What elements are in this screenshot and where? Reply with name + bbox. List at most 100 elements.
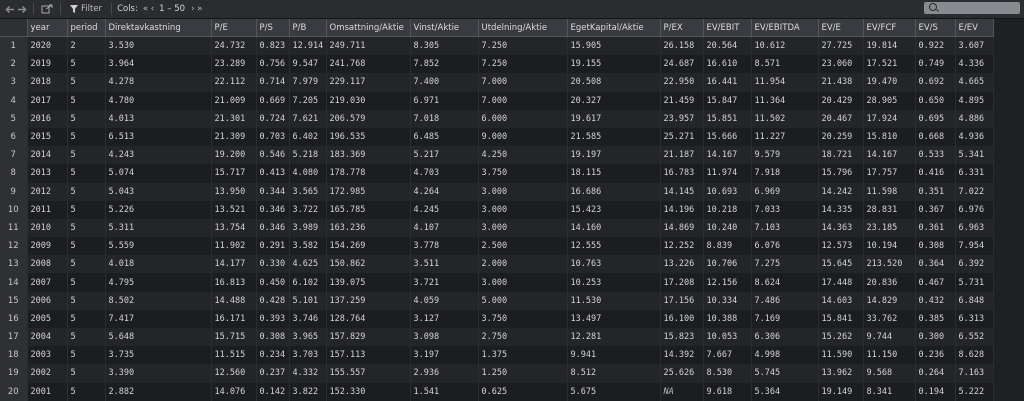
table-cell: 5 bbox=[67, 237, 106, 256]
table-row[interactable]: 19 2002 5 3.390 12.560 0.237 4.332 155.557 2.936… bbox=[0, 364, 994, 383]
table-cell: 19.470 bbox=[863, 73, 916, 92]
column-header[interactable]: E/EV bbox=[955, 19, 994, 37]
table-row[interactable]: 15 2006 5 8.502 14.488 0.428 5.101 137.259 4.059… bbox=[0, 291, 994, 310]
table-cell: 0.823 bbox=[256, 36, 290, 56]
column-header[interactable]: P/B bbox=[289, 19, 327, 37]
column-header[interactable]: year bbox=[27, 19, 68, 37]
table-cell: 3.735 bbox=[105, 346, 212, 365]
table-cell: 10.763 bbox=[567, 255, 661, 274]
column-header[interactable]: P/S bbox=[256, 19, 290, 37]
column-header[interactable]: P/EX bbox=[660, 19, 704, 37]
table-row[interactable]: 11 2010 5 5.311 13.754 0.346 3.989 163.236 4.107… bbox=[0, 218, 994, 238]
table-cell: 15.905 bbox=[567, 36, 661, 56]
table-row[interactable]: 6 2015 5 6.513 21.309 0.703 6.402 196.535 6.485 9… bbox=[0, 127, 994, 147]
table-cell: 0.533 bbox=[915, 146, 956, 165]
table-cell: 3.530 bbox=[105, 36, 212, 56]
table-cell: 16.441 bbox=[703, 73, 752, 92]
table-row[interactable]: 1 2020 2 3.530 24.732 0.823 12.914 249.711 8.305… bbox=[0, 36, 994, 56]
table-cell: 0.142 bbox=[256, 382, 290, 401]
table-row[interactable]: 9 2012 5 5.043 13.950 0.344 3.565 172.985 4.264 3… bbox=[0, 182, 994, 201]
table-cell: 0.695 bbox=[915, 109, 956, 128]
table-cell: 0.428 bbox=[256, 291, 290, 310]
table-cell: 17.521 bbox=[863, 55, 916, 74]
table-cell: 6.313 bbox=[955, 309, 994, 328]
table-row[interactable]: 17 2004 5 5.648 15.715 0.308 3.965 157.829 3.098… bbox=[0, 328, 994, 347]
search-icon bbox=[929, 3, 937, 11]
table-cell: 5.745 bbox=[751, 364, 819, 383]
table-cell: 15.851 bbox=[703, 109, 752, 128]
table-row[interactable]: 5 2016 5 4.013 21.301 0.724 7.621 206.579 7.018 6… bbox=[0, 109, 994, 128]
table-cell: 5 bbox=[67, 255, 106, 274]
table-cell: 14.869 bbox=[660, 218, 704, 238]
table-cell: 11.902 bbox=[211, 237, 257, 256]
back-button[interactable] bbox=[4, 2, 16, 16]
toolbar-divider bbox=[33, 3, 34, 15]
column-header[interactable]: EV/EBIT bbox=[703, 19, 752, 37]
cols-prev-button[interactable]: « ‹ bbox=[143, 4, 154, 14]
table-cell: 0.749 bbox=[915, 55, 956, 74]
table-cell: 4.998 bbox=[751, 346, 819, 365]
column-header[interactable]: P/E bbox=[211, 19, 257, 37]
table-cell: 5.364 bbox=[751, 382, 819, 401]
table-row[interactable]: 7 2014 5 4.243 19.200 0.546 5.218 183.369 5.217 4… bbox=[0, 146, 994, 165]
column-header[interactable]: Vinst/Aktie bbox=[410, 19, 479, 37]
table-cell: 16.171 bbox=[211, 309, 257, 328]
table-cell: 3.127 bbox=[410, 309, 479, 328]
table-cell: 2002 bbox=[27, 364, 68, 383]
filter-button[interactable]: Filter bbox=[66, 2, 106, 16]
table-cell: 8.839 bbox=[703, 237, 752, 256]
table-cell: 2017 bbox=[27, 91, 68, 110]
table-row[interactable]: 2 2019 5 3.964 23.289 0.756 9.547 241.768 7.852 7… bbox=[0, 55, 994, 74]
table-cell: 23.185 bbox=[863, 218, 916, 238]
column-header[interactable]: EV/E bbox=[818, 19, 864, 37]
table-cell: 2012 bbox=[27, 182, 68, 201]
cols-next-button[interactable]: › » bbox=[191, 4, 202, 14]
table-row[interactable]: 8 2013 5 5.074 15.717 0.413 4.080 178.778 4.703 3… bbox=[0, 164, 994, 183]
table-cell: 4.332 bbox=[289, 364, 327, 383]
table-cell: 6.331 bbox=[955, 164, 994, 183]
search-input[interactable] bbox=[924, 2, 1020, 14]
table-cell: 219.030 bbox=[326, 91, 411, 110]
table-row[interactable]: 3 2018 5 4.278 22.112 0.714 7.979 229.117 7.400 7… bbox=[0, 73, 994, 92]
table-cell: 3.746 bbox=[289, 309, 327, 328]
table-cell: 10.612 bbox=[751, 36, 819, 56]
table-row[interactable]: 10 2011 5 5.226 13.521 0.346 3.722 165.785 4.245… bbox=[0, 200, 994, 219]
table-cell: 14.603 bbox=[818, 291, 864, 310]
table-cell: 9.618 bbox=[703, 382, 752, 401]
table-row[interactable]: 14 2007 5 4.795 16.813 0.450 6.102 139.075 3.721… bbox=[0, 273, 994, 292]
column-header[interactable]: period bbox=[67, 19, 106, 37]
table-cell: 20.836 bbox=[863, 273, 916, 292]
table-row[interactable]: 20 2001 5 2.882 14.076 0.142 3.822 152.330 1.541… bbox=[0, 382, 994, 401]
table-cell: 16.686 bbox=[567, 182, 661, 201]
table-row[interactable]: 16 2005 5 7.417 16.171 0.393 3.746 128.764 3.127… bbox=[0, 309, 994, 328]
open-in-window-button[interactable] bbox=[39, 2, 55, 16]
column-header[interactable]: EgetKapital/Aktie bbox=[567, 19, 661, 37]
table-cell: 0.546 bbox=[256, 146, 290, 165]
table-cell: 1.541 bbox=[410, 382, 479, 401]
table-cell: 6.392 bbox=[955, 255, 994, 274]
table-cell: 7.000 bbox=[478, 73, 568, 92]
column-header[interactable]: EV/S bbox=[915, 19, 956, 37]
table-cell: 2016 bbox=[27, 109, 68, 128]
table-cell: NA bbox=[660, 382, 704, 401]
column-header[interactable]: Utdelning/Aktie bbox=[478, 19, 568, 37]
table-cell: 0.236 bbox=[915, 346, 956, 365]
table-cell: 137.259 bbox=[326, 291, 411, 310]
table-cell: 25.626 bbox=[660, 364, 704, 383]
table-row[interactable]: 18 2003 5 3.735 11.515 0.234 3.703 157.113 3.197… bbox=[0, 346, 994, 365]
table-cell: 6.969 bbox=[751, 182, 819, 201]
table-cell: 0.625 bbox=[478, 382, 568, 401]
table-cell: 6.963 bbox=[955, 218, 994, 238]
column-header[interactable]: EV/FCF bbox=[863, 19, 916, 37]
table-cell: 20.508 bbox=[567, 73, 661, 92]
column-header[interactable]: EV/EBITDA bbox=[751, 19, 819, 37]
forward-button[interactable] bbox=[16, 2, 28, 16]
table-row[interactable]: 4 2017 5 4.780 21.009 0.669 7.205 219.030 6.971 7… bbox=[0, 91, 994, 110]
table-row[interactable]: 13 2008 5 4.018 14.177 0.330 4.625 150.862 3.511… bbox=[0, 255, 994, 274]
table-row[interactable]: 12 2009 5 5.559 11.902 0.291 3.582 154.269 3.778… bbox=[0, 237, 994, 256]
column-header[interactable]: Omsattning/Aktie bbox=[326, 19, 411, 37]
table-cell: 5 bbox=[67, 382, 106, 401]
table-cell: 6.076 bbox=[751, 237, 819, 256]
table-cell: 3.722 bbox=[289, 200, 327, 219]
column-header[interactable]: Direktavkastning bbox=[105, 19, 212, 37]
